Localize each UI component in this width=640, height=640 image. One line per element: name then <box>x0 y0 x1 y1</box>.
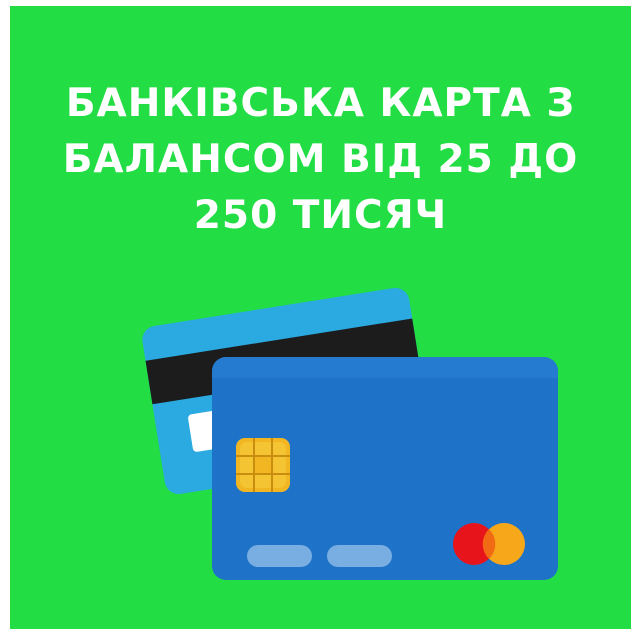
banner: БАНКІВСЬКА КАРТА З БАЛАНСОМ ВІД 25 ДО 25… <box>10 6 631 629</box>
credit-card-front <box>212 357 558 580</box>
card-number-bar <box>247 545 312 567</box>
credit-cards-illustration <box>140 285 558 580</box>
mastercard-logo-icon <box>453 523 525 565</box>
card-number-bar <box>327 545 392 567</box>
chip-icon <box>236 438 290 492</box>
